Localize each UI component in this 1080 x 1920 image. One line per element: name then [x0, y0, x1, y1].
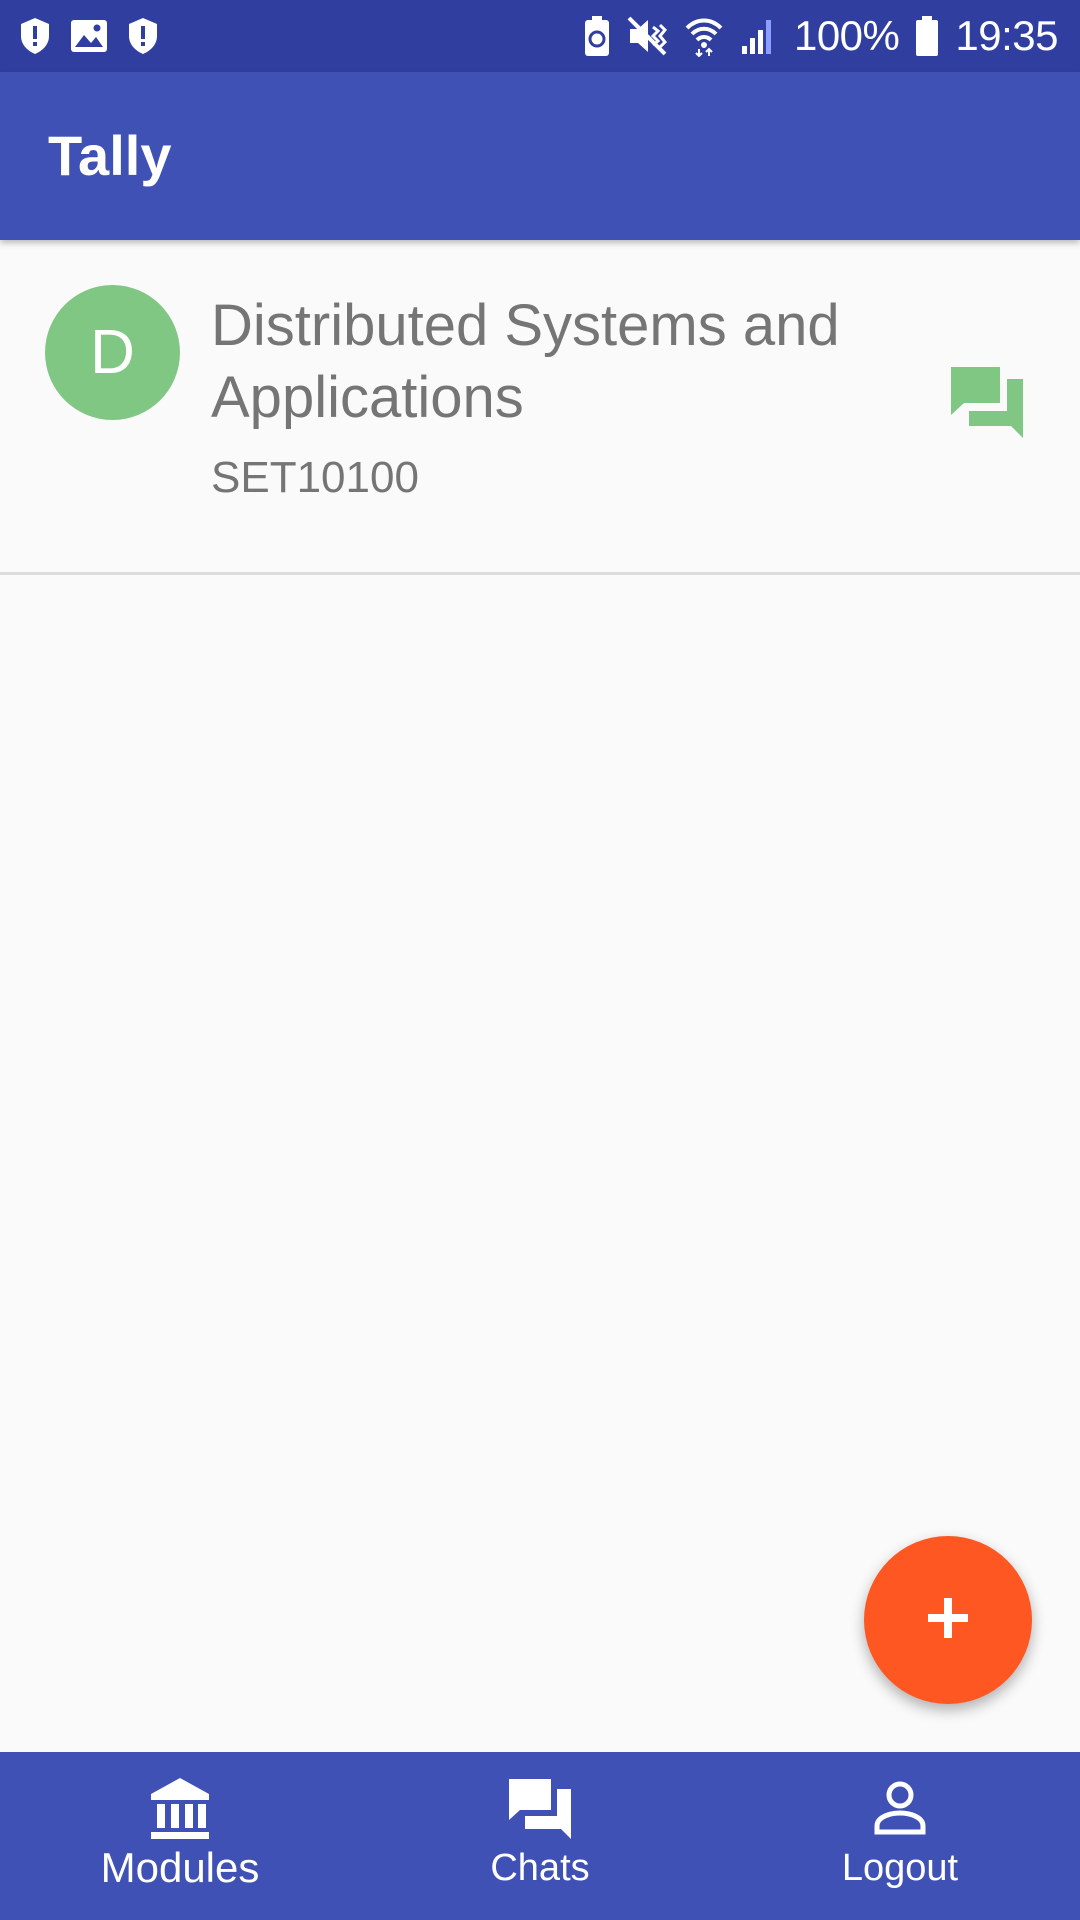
vibrate-icon — [626, 15, 668, 57]
module-code: SET10100 — [211, 453, 419, 502]
status-notifications — [18, 14, 160, 58]
module-list-item[interactable]: D Distributed Systems and Applications S… — [0, 240, 1080, 575]
clock: 19:35 — [955, 12, 1058, 59]
bank-icon — [144, 1772, 216, 1844]
nav-item-modules[interactable]: Modules — [0, 1752, 360, 1920]
wifi-icon — [684, 15, 724, 57]
battery-icon — [915, 15, 939, 57]
bottom-navigation: Modules Chats Logout — [0, 1752, 1080, 1920]
module-avatar: D — [45, 285, 180, 420]
nav-label-modules: Modules — [100, 1844, 260, 1891]
battery-percent: 100% — [793, 12, 900, 59]
nav-label-chats: Chats — [490, 1847, 590, 1889]
person-icon — [864, 1772, 936, 1844]
module-chat-button[interactable] — [944, 360, 1030, 446]
app-bar: Tally — [0, 72, 1080, 240]
add-module-fab[interactable] — [864, 1536, 1032, 1704]
nav-item-chats[interactable]: Chats — [360, 1752, 720, 1920]
nav-label-logout: Logout — [841, 1847, 959, 1889]
forum-icon — [948, 363, 1026, 444]
nav-item-logout[interactable]: Logout — [720, 1752, 1080, 1920]
signal-icon — [740, 16, 778, 56]
image-icon — [70, 18, 108, 54]
battery-saver-icon — [584, 15, 610, 57]
forum-icon — [504, 1772, 576, 1844]
plus-icon — [926, 1596, 970, 1645]
app-title: Tally — [48, 124, 172, 187]
shield-alert-icon — [126, 16, 160, 56]
status-system: 100% 19:35 — [584, 10, 1058, 62]
shield-alert-icon — [18, 16, 52, 56]
status-bar: 100% 19:35 — [0, 0, 1080, 72]
module-title: Distributed Systems and Applications — [211, 293, 840, 430]
